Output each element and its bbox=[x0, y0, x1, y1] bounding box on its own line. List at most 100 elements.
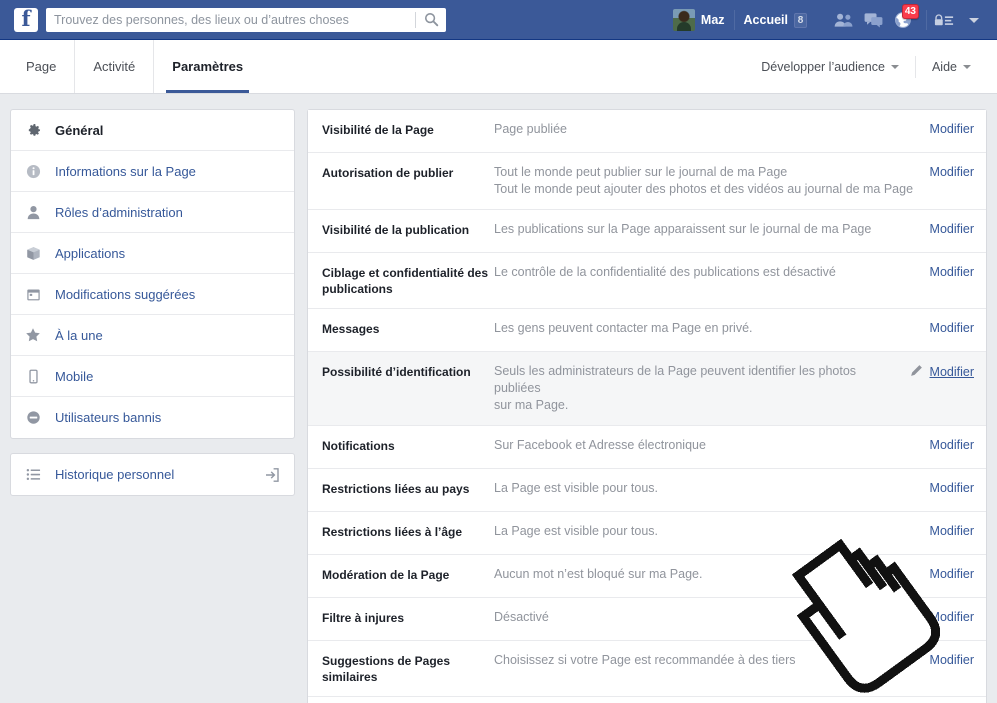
settings-row-action: Modifier bbox=[930, 320, 974, 335]
settings-row[interactable]: Visibilité de la publicationLes publicat… bbox=[308, 210, 986, 253]
settings-row-value-line: Les gens peuvent contacter ma Page en pr… bbox=[494, 320, 920, 337]
profile-link[interactable]: Maz bbox=[666, 8, 732, 32]
edit-link[interactable]: Modifier bbox=[930, 524, 974, 538]
top-bar-right-group: Maz Accueil 8 bbox=[666, 0, 989, 40]
settings-row-value-line: Choisissez si votre Page est recommandée… bbox=[494, 652, 920, 669]
settings-row-value-line: Tout le monde peut ajouter des photos et… bbox=[494, 181, 920, 198]
sidebar-item-suggested-edits[interactable]: Modifications suggérées bbox=[11, 274, 294, 315]
settings-row-value: La Page est visible pour tous. bbox=[494, 480, 930, 497]
settings-row-value-line: Désactivé bbox=[494, 609, 920, 626]
sidebar-item-label: Utilisateurs bannis bbox=[55, 410, 161, 425]
sidebar-item-label: Modifications suggérées bbox=[55, 287, 195, 302]
settings-row[interactable]: Restrictions liées à l’âgeLa Page est vi… bbox=[308, 512, 986, 555]
home-link[interactable]: Accueil 8 bbox=[737, 8, 814, 32]
sidebar-item-admin-roles[interactable]: Rôles d’administration bbox=[11, 192, 294, 233]
settings-row-value: Choisissez si votre Page est recommandée… bbox=[494, 652, 930, 669]
edit-link[interactable]: Modifier bbox=[930, 122, 974, 136]
settings-row-value-line: Le contrôle de la confidentialité des pu… bbox=[494, 264, 920, 281]
settings-row[interactable]: MessagesLes gens peuvent contacter ma Pa… bbox=[308, 309, 986, 352]
notifications-globe-icon[interactable]: 43 bbox=[888, 8, 918, 32]
settings-row-action: Modifier bbox=[930, 523, 974, 538]
page-tab-bar-right: Développer l’audience Aide bbox=[745, 40, 987, 93]
settings-row-label: Restrictions liées au pays bbox=[322, 480, 494, 497]
settings-row-action: Modifier bbox=[930, 121, 974, 136]
divider bbox=[734, 10, 735, 30]
edit-link[interactable]: Modifier bbox=[930, 365, 974, 379]
settings-row-label: Notifications bbox=[322, 437, 494, 454]
settings-row[interactable]: Filtre à injuresDésactivé Modifier bbox=[308, 598, 986, 641]
settings-row-value: Désactivé bbox=[494, 609, 930, 626]
facebook-logo[interactable]: f bbox=[14, 8, 38, 32]
search-input[interactable] bbox=[46, 9, 415, 31]
edit-link[interactable]: Modifier bbox=[930, 438, 974, 452]
help-menu[interactable]: Aide bbox=[915, 56, 987, 78]
chevron-down-icon bbox=[969, 18, 979, 23]
settings-row[interactable]: Autorisation de publierTout le monde peu… bbox=[308, 153, 986, 210]
settings-row[interactable]: Possibilité d’identificationSeuls les ad… bbox=[308, 352, 986, 426]
settings-row-label: Restrictions liées à l’âge bbox=[322, 523, 494, 540]
sidebar-item-label: Mobile bbox=[55, 369, 93, 384]
settings-row[interactable]: Restrictions liées au paysLa Page est vi… bbox=[308, 469, 986, 512]
page-tab-bar: Page Activité Paramètres Développer l’au… bbox=[0, 40, 997, 94]
account-menu-caret-icon[interactable] bbox=[959, 8, 989, 32]
settings-row-value-line: sur ma Page. bbox=[494, 397, 900, 414]
external-link-icon[interactable] bbox=[264, 467, 280, 483]
person-icon bbox=[25, 204, 41, 220]
tab-activite[interactable]: Activité bbox=[75, 40, 154, 93]
settings-row[interactable]: RéponsesLes réponses aux commentaires so… bbox=[308, 697, 986, 703]
edit-link[interactable]: Modifier bbox=[930, 321, 974, 335]
edit-link[interactable]: Modifier bbox=[930, 653, 974, 667]
sidebar-item-banned-users[interactable]: Utilisateurs bannis bbox=[11, 397, 294, 438]
tab-page[interactable]: Page bbox=[8, 40, 75, 93]
settings-row[interactable]: Visibilité de la PagePage publiéeModifie… bbox=[308, 110, 986, 153]
edit-link[interactable]: Modifier bbox=[930, 481, 974, 495]
privacy-lock-icon[interactable] bbox=[929, 8, 959, 32]
edit-link[interactable]: Modifier bbox=[930, 610, 974, 624]
sidebar-item-label: Historique personnel bbox=[55, 467, 174, 482]
edit-link[interactable]: Modifier bbox=[930, 165, 974, 179]
search-box[interactable] bbox=[46, 8, 446, 32]
tab-parametres[interactable]: Paramètres bbox=[154, 40, 261, 93]
sidebar-item-featured[interactable]: À la une bbox=[11, 315, 294, 356]
settings-row-action: Modifier bbox=[930, 609, 974, 624]
edit-link[interactable]: Modifier bbox=[930, 265, 974, 279]
develop-audience-menu[interactable]: Développer l’audience bbox=[745, 56, 915, 78]
settings-row-label: Filtre à injures bbox=[322, 609, 494, 626]
settings-row-label: Visibilité de la Page bbox=[322, 121, 494, 138]
settings-sidebar: Général Informations sur la Page bbox=[10, 109, 295, 703]
develop-audience-label: Développer l’audience bbox=[761, 60, 885, 74]
sidebar-item-activity-log[interactable]: Historique personnel bbox=[11, 454, 294, 495]
edit-link[interactable]: Modifier bbox=[930, 222, 974, 236]
edit-link[interactable]: Modifier bbox=[930, 567, 974, 581]
settings-row[interactable]: Modération de la PageAucun mot n’est blo… bbox=[308, 555, 986, 598]
settings-row-value: Aucun mot n’est bloqué sur ma Page. bbox=[494, 566, 930, 583]
settings-row-action: Modifier bbox=[930, 480, 974, 495]
sidebar-item-mobile[interactable]: Mobile bbox=[11, 356, 294, 397]
settings-row[interactable]: NotificationsSur Facebook et Adresse éle… bbox=[308, 426, 986, 469]
settings-row-label: Suggestions de Pages similaires bbox=[322, 652, 494, 685]
messages-icon[interactable] bbox=[858, 8, 888, 32]
settings-row-label: Messages bbox=[322, 320, 494, 337]
sidebar-item-page-info[interactable]: Informations sur la Page bbox=[11, 151, 294, 192]
settings-row-label: Autorisation de publier bbox=[322, 164, 494, 181]
notifications-count-badge: 43 bbox=[902, 4, 919, 19]
settings-row[interactable]: Ciblage et confidentialité des publicati… bbox=[308, 253, 986, 309]
friend-requests-icon[interactable] bbox=[828, 8, 858, 32]
sidebar-item-applications[interactable]: Applications bbox=[11, 233, 294, 274]
calendar-icon bbox=[25, 286, 41, 302]
banned-minus-icon bbox=[25, 410, 41, 426]
sidebar-item-general[interactable]: Général bbox=[11, 110, 294, 151]
settings-row-action: Modifier bbox=[930, 566, 974, 581]
settings-row-action: Modifier bbox=[930, 437, 974, 452]
home-count-badge: 8 bbox=[794, 13, 807, 28]
sidebar-item-label: À la une bbox=[55, 328, 103, 343]
settings-row-label: Visibilité de la publication bbox=[322, 221, 494, 238]
settings-row-value-line: La Page est visible pour tous. bbox=[494, 480, 920, 497]
settings-row-action: Modifier bbox=[910, 363, 974, 380]
settings-row-label: Ciblage et confidentialité des publicati… bbox=[322, 264, 494, 297]
settings-row-action: Modifier bbox=[930, 652, 974, 667]
settings-row-value-line: Tout le monde peut publier sur le journa… bbox=[494, 164, 920, 181]
search-icon[interactable] bbox=[416, 8, 446, 32]
settings-row[interactable]: Suggestions de Pages similairesChoisisse… bbox=[308, 641, 986, 697]
sidebar-secondary-card: Historique personnel bbox=[10, 453, 295, 496]
